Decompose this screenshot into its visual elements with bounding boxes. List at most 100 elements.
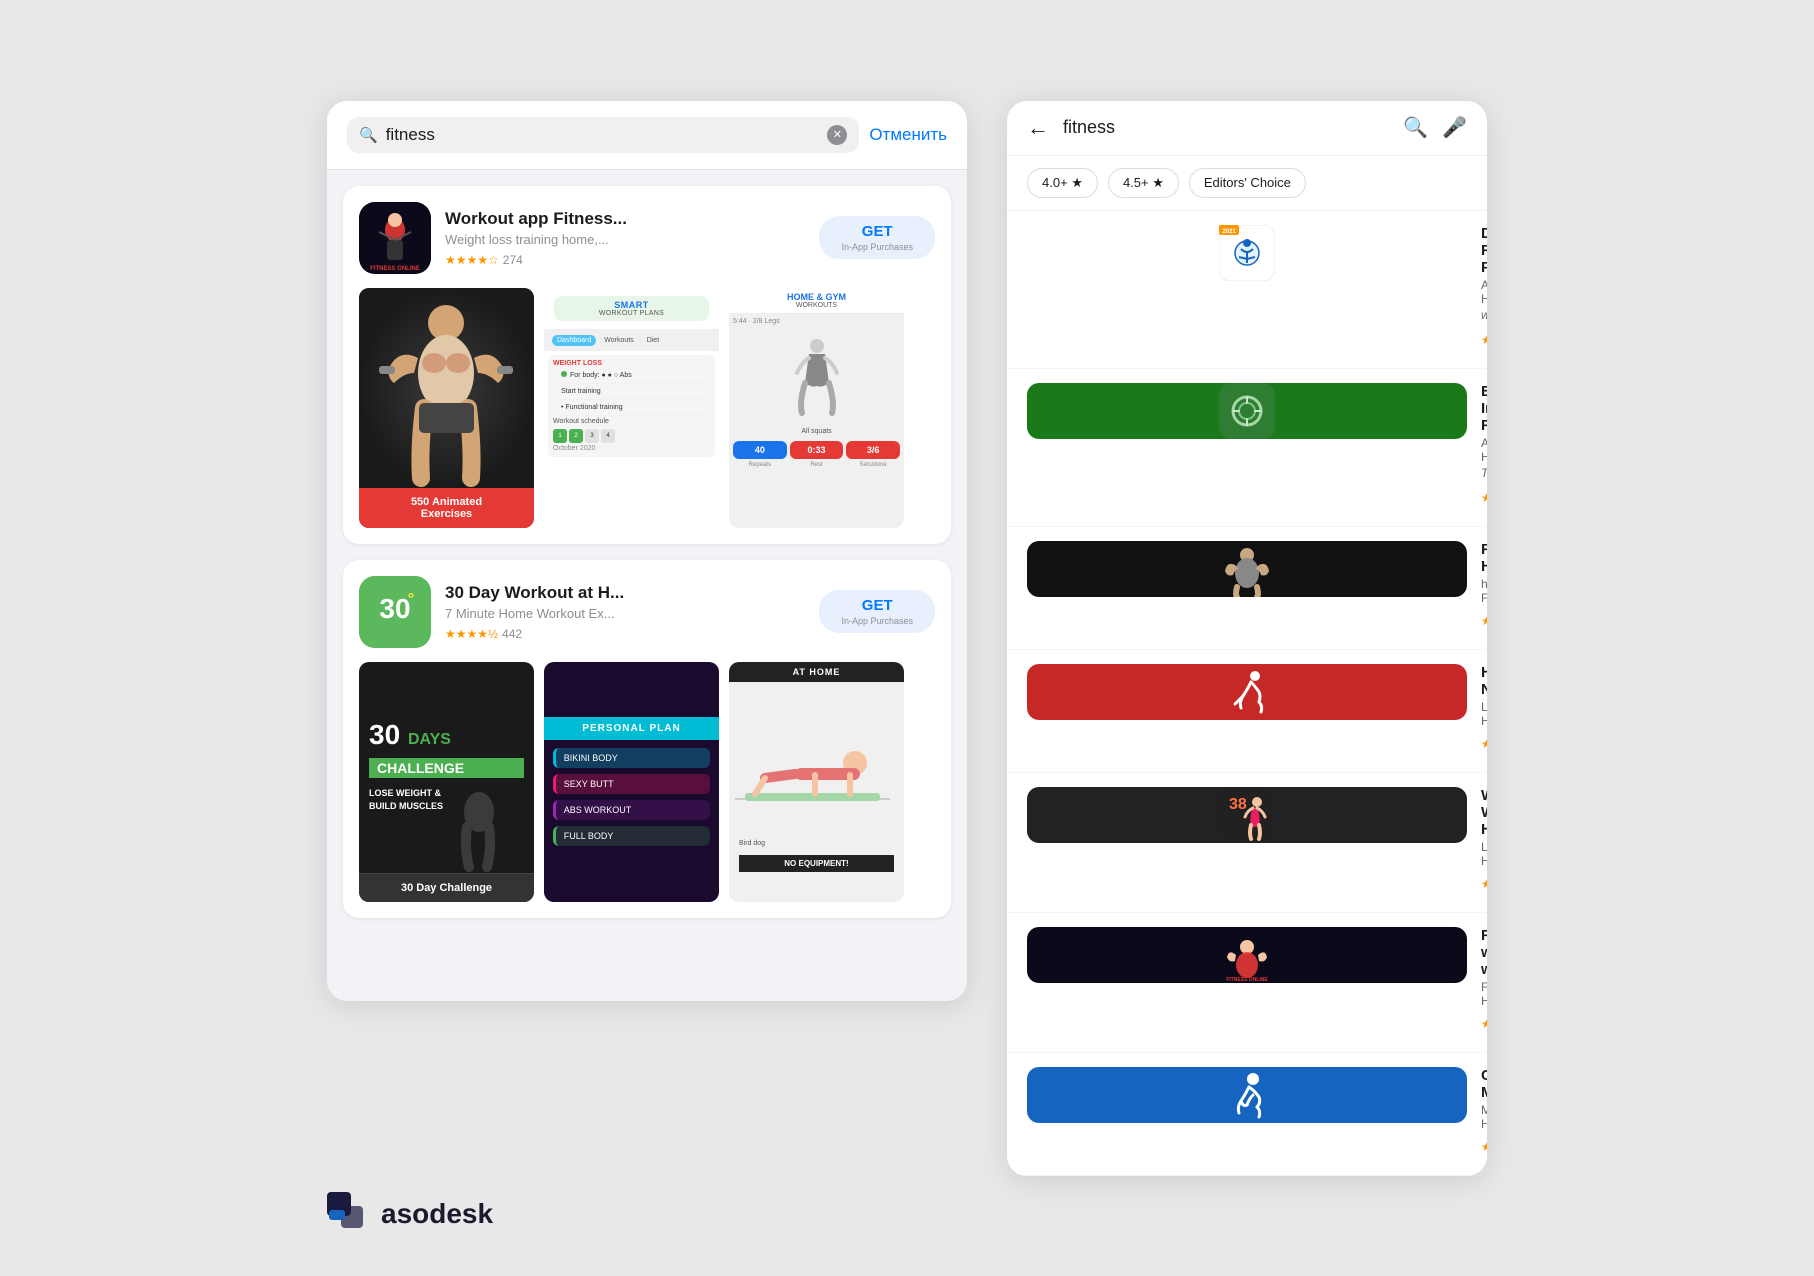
android-app-name-1: BodyFast Intermittent Fasting (1481, 383, 1487, 434)
filter-chip-40[interactable]: 4.0+ ★ (1027, 168, 1098, 198)
app-subtitle-2: 7 Minute Home Workout Ex... (445, 606, 805, 621)
android-app-icon-yoga: 2021 (1027, 225, 1467, 281)
android-app-meta-1: BodyFast Intermittent Fasting Ad · BodyF… (1481, 383, 1487, 512)
android-app-stats-3: ★ 4.9 • 18 MB ⬇ 100M+ (1481, 730, 1487, 758)
svg-text:°: ° (408, 591, 414, 608)
ios-app-item-2[interactable]: 30 ° 30 Day Workout at H... 7 Minute Hom… (343, 560, 951, 918)
android-app-dev-2: hamza nazir • Health & Fitness (1481, 577, 1487, 605)
app-icon-fitness: FITNESS ONLINE (359, 202, 431, 274)
android-app-icon-bodyfast (1027, 383, 1467, 439)
android-app-name-3: Home Workout - No Equipment (1481, 664, 1487, 698)
ios-search-input[interactable]: 🔍 fitness ✕ (347, 117, 859, 153)
android-app-meta-4: Workout for Women: Fit at Home Leap Fitn… (1481, 787, 1487, 898)
android-app-dev-6: MyFitnessPal, Inc. • Health & Fitness (1481, 1103, 1487, 1131)
app-subtitle-1: Weight loss training home,... (445, 232, 805, 247)
android-app-meta-6: Calorie Counter - MyFitnessPal MyFitness… (1481, 1067, 1487, 1161)
brand-logo (327, 1192, 371, 1236)
svg-text:FITNESS ONLINE: FITNESS ONLINE (1226, 977, 1268, 983)
chip-label-45: 4.5+ ★ (1123, 175, 1164, 191)
android-app-icon-fitness-planner (1027, 541, 1467, 597)
android-app-stats-2: ★ 4.9 • 13 MB ⬇ 100K+ (1481, 607, 1487, 635)
android-search-icon[interactable]: 🔍 (1403, 115, 1428, 140)
android-app-name-6: Calorie Counter - MyFitnessPal (1481, 1067, 1487, 1101)
android-app-meta-0: Daily Yoga | Fitness Yoga Plan&Meditat..… (1481, 225, 1487, 354)
android-search-text: fitness (1063, 117, 1389, 138)
ios-app-item-1[interactable]: FITNESS ONLINE Workout app Fitness... We… (343, 186, 951, 544)
brand-name: asodesk (381, 1198, 493, 1230)
android-search-bar: ← fitness 🔍 🎤 (1007, 101, 1487, 156)
android-app-item-5[interactable]: FITNESS ONLINE Fitness Online - weight l… (1007, 913, 1487, 1053)
get-button-2[interactable]: GET In-App Purchases (819, 590, 935, 633)
filter-chip-editors[interactable]: Editors' Choice (1189, 168, 1306, 198)
app-meta-2: 30 Day Workout at H... 7 Minute Home Wor… (445, 583, 805, 641)
screenshot-3-1: HOME & GYM WORKOUTS 5:44 · 2/8 Legs (729, 288, 904, 528)
android-app-dev-0: Ad · Daily Yoga Team • Health & Fitness (1481, 278, 1487, 306)
app-icon-30day: 30 ° (359, 576, 431, 648)
screenshots-row-2: 30 DAYS CHALLENGE LOSE WEIGHT &BUILD MUS… (359, 662, 935, 902)
android-app-dev-4: Leap Fitness Group • Health & Fitness (1481, 840, 1487, 868)
android-app-item-4[interactable]: 38 Workout for Women: Fit at Home Leap F… (1007, 773, 1487, 913)
stars-2: ★★★★½ (445, 627, 498, 641)
stars-1: ★★★★☆ (445, 253, 499, 267)
screenshots-row-1: 550 AnimatedExercises SMART WORKOUT PLAN… (359, 288, 935, 528)
clear-button[interactable]: ✕ (827, 125, 847, 145)
android-app-stats-6: ★ 4.4 • 39 MB 🏆 Editors' Choice (1481, 1133, 1487, 1161)
android-app-icon-home-workout (1027, 664, 1467, 720)
screenshot-1-1: 550 AnimatedExercises (359, 288, 534, 528)
svg-text:FITNESS ONLINE: FITNESS ONLINE (370, 266, 420, 272)
android-app-list: 2021 Daily Yoga | Fitness Yoga Plan&Medi… (1007, 211, 1487, 1176)
star-count-1: 274 (503, 253, 523, 267)
cancel-button[interactable]: Отменить (869, 125, 947, 145)
android-panel: ← fitness 🔍 🎤 4.0+ ★ 4.5+ ★ Editors' Cho… (1007, 101, 1487, 1176)
android-app-stats-0: ★ 4.7 • 43 MB ⬇ 10M+ (1481, 326, 1487, 354)
chip-label-editors: Editors' Choice (1204, 175, 1291, 190)
android-app-tagline-1: The best app for fasting (1481, 466, 1487, 480)
android-app-icon-workout-women: 38 (1027, 787, 1467, 843)
screenshot-2-ss1: 30 DAYS CHALLENGE LOSE WEIGHT &BUILD MUS… (359, 662, 534, 902)
android-app-dev-3: Leap Fitness Group • Health & Fitness (1481, 700, 1487, 728)
screenshot-2-ss2: PERSONAL PLAN BIKINI BODY SEXY BUTT ABS … (544, 662, 719, 902)
android-app-meta-3: Home Workout - No Equipment Leap Fitness… (1481, 664, 1487, 758)
app-item-top-1: FITNESS ONLINE Workout app Fitness... We… (359, 202, 935, 274)
android-app-meta-5: Fitness Online - weight loss workout ap.… (1481, 927, 1487, 1038)
screenshot-2-ss3: AT HOME (729, 662, 904, 902)
android-app-meta-2: Fitness planner-Home Workout hamza nazir… (1481, 541, 1487, 635)
android-app-dev-1: Ad · BodyFast GmbH • Health & Fitness (1481, 436, 1487, 464)
android-app-dev-5: Fitness Online LLC • Health & Fitness (1481, 980, 1487, 1008)
back-button[interactable]: ← (1027, 115, 1049, 141)
android-app-item-1[interactable]: BodyFast Intermittent Fasting Ad · BodyF… (1007, 369, 1487, 527)
app-name-1: Workout app Fitness... (445, 209, 805, 229)
android-mic-icon[interactable]: 🎤 (1442, 115, 1467, 140)
star-count-2: 442 (502, 627, 522, 641)
search-icon: 🔍 (359, 126, 378, 144)
android-app-name-0: Daily Yoga | Fitness Yoga Plan&Meditat..… (1481, 225, 1487, 276)
stars-row-1: ★★★★☆ 274 (445, 253, 805, 267)
android-app-stats-1: ★ 4.7 • 29 MB ⬇ 10M+ (1481, 484, 1487, 512)
filter-chips: 4.0+ ★ 4.5+ ★ Editors' Choice (1007, 156, 1487, 211)
app-meta-1: Workout app Fitness... Weight loss train… (445, 209, 805, 267)
chip-label-40: 4.0+ ★ (1042, 175, 1083, 191)
android-app-stats-5: ★ 4.7 • 30 MB ⬇ 1M+ (1481, 1010, 1487, 1038)
svg-text:30: 30 (379, 593, 410, 624)
android-app-icon-myfitpal (1027, 1067, 1467, 1123)
android-app-tagline-0: workout (1481, 308, 1487, 322)
android-app-item-0[interactable]: 2021 Daily Yoga | Fitness Yoga Plan&Medi… (1007, 211, 1487, 369)
android-app-item-3[interactable]: Home Workout - No Equipment Leap Fitness… (1007, 650, 1487, 773)
stars-row-2: ★★★★½ 442 (445, 627, 805, 641)
android-app-stats-4: ★ 4.8 • 21 MB ⬇ 50M+ (1481, 870, 1487, 898)
svg-text:2021: 2021 (1222, 229, 1236, 235)
branding: asodesk (327, 1192, 493, 1236)
screenshot-badge-1: 550 AnimatedExercises (359, 488, 534, 528)
svg-text:38: 38 (1229, 796, 1247, 813)
android-app-item-2[interactable]: Fitness planner-Home Workout hamza nazir… (1007, 527, 1487, 650)
filter-chip-45[interactable]: 4.5+ ★ (1108, 168, 1179, 198)
android-app-item-6[interactable]: Calorie Counter - MyFitnessPal MyFitness… (1007, 1053, 1487, 1176)
app-item-top-2: 30 ° 30 Day Workout at H... 7 Minute Hom… (359, 576, 935, 648)
android-app-name-4: Workout for Women: Fit at Home (1481, 787, 1487, 838)
ios-content: FITNESS ONLINE Workout app Fitness... We… (327, 186, 967, 918)
ios-panel: 🔍 fitness ✕ Отменить (327, 101, 967, 1001)
app-name-2: 30 Day Workout at H... (445, 583, 805, 603)
android-app-icon-fitness-online: FITNESS ONLINE (1027, 927, 1467, 983)
get-button-1[interactable]: GET In-App Purchases (819, 216, 935, 259)
ios-search-text: fitness (386, 125, 820, 145)
